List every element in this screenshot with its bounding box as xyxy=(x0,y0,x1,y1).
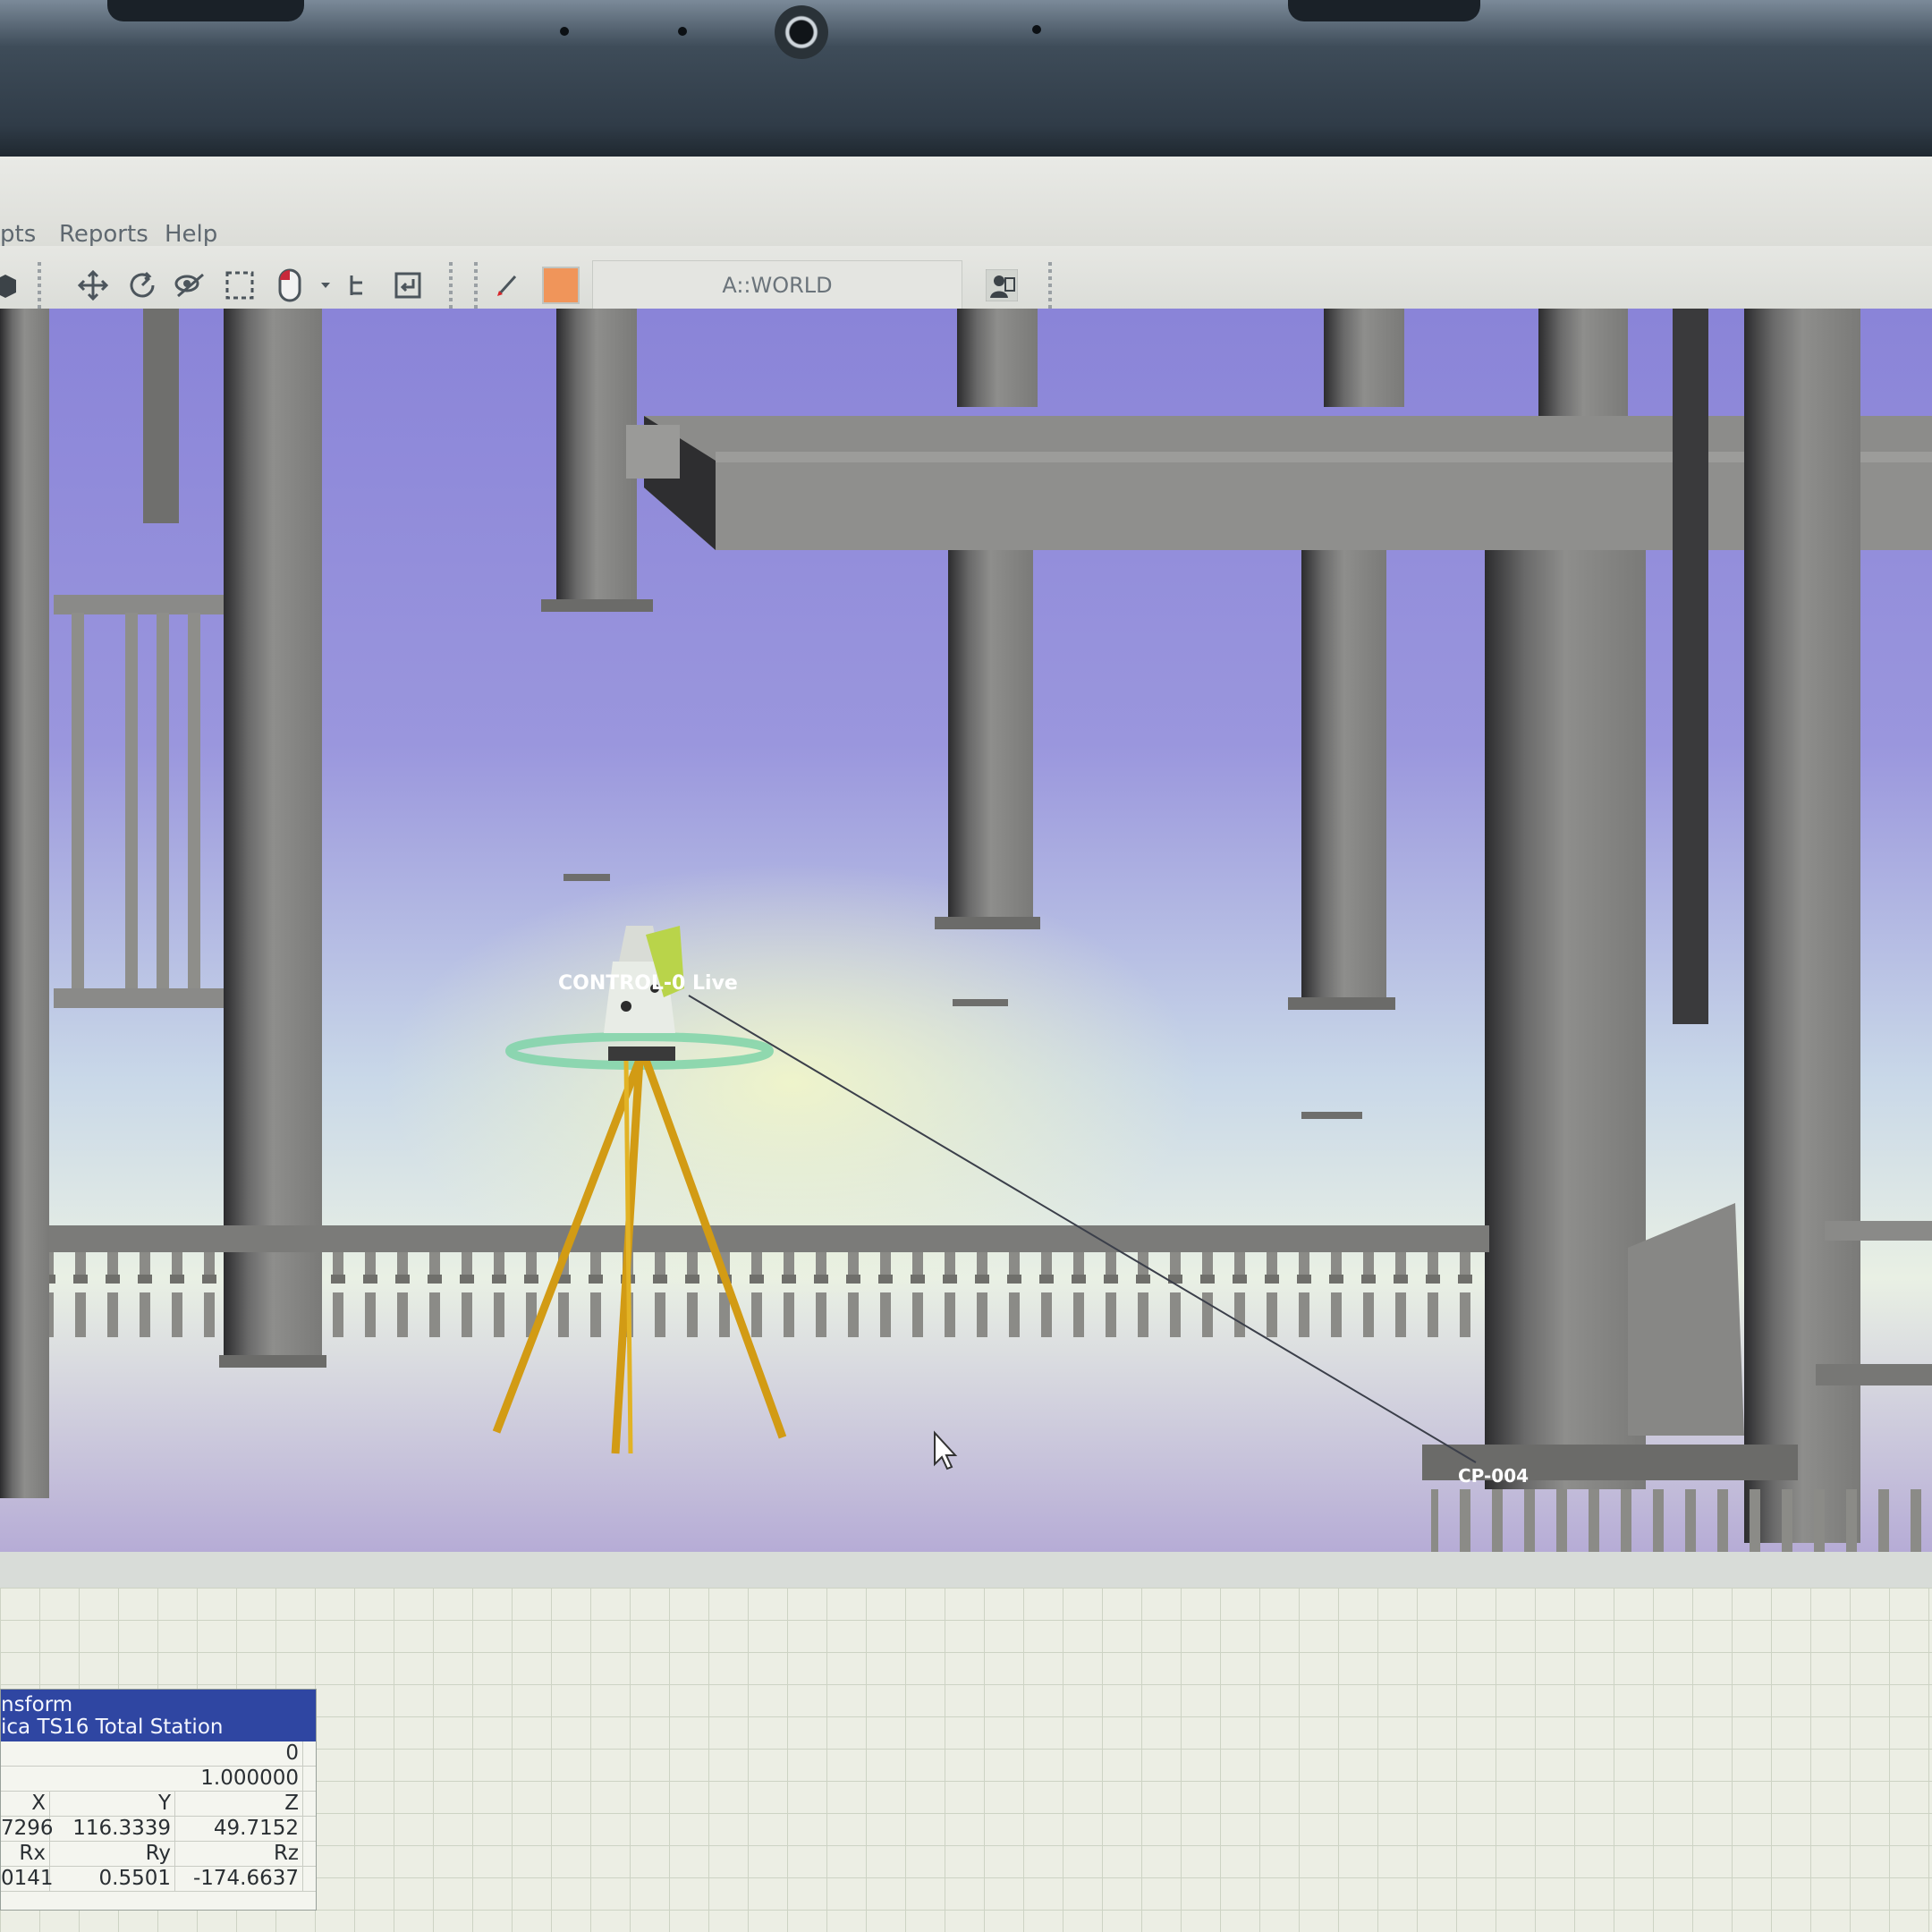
menu-scripts[interactable]: pts xyxy=(0,221,36,248)
chevron-down-icon[interactable] xyxy=(308,267,343,303)
move-icon[interactable] xyxy=(75,267,111,303)
value-rx[interactable]: 0141 xyxy=(1,1867,54,1891)
table-row: 0141 0.5501 -174.6637 xyxy=(1,1867,316,1892)
header-x: X xyxy=(1,1792,50,1816)
table-row: 0 xyxy=(1,1741,316,1767)
instrument-name: ica TS16 Total Station xyxy=(1,1716,224,1739)
point-label: CP-004 xyxy=(1458,1465,1529,1487)
3d-viewport[interactable]: CONTROL-0 Live CP-004 xyxy=(0,309,1932,1552)
scale-value: 1.000000 xyxy=(1,1767,303,1791)
transform-title: nsform xyxy=(1,1693,73,1716)
header-rz: Rz xyxy=(175,1842,303,1866)
laptop-bezel xyxy=(0,0,1932,157)
transform-panel[interactable]: nsform ica TS16 Total Station 0 1.000000… xyxy=(0,1689,317,1911)
tree-icon[interactable] xyxy=(342,267,377,303)
value-y[interactable]: 116.3339 xyxy=(50,1817,175,1841)
toolbar-separator xyxy=(474,262,478,312)
sensor-dot xyxy=(560,27,569,36)
header-rx: Rx xyxy=(1,1842,50,1866)
screen: pts Reports Help A::WORLD CONTROL-0 Live… xyxy=(0,157,1932,1932)
menu-help[interactable]: Help xyxy=(165,221,217,248)
menu-bar: pts Reports Help xyxy=(0,157,1932,248)
bezel-tab-right xyxy=(1288,0,1480,21)
rotate-icon[interactable] xyxy=(124,267,160,303)
pencil-icon[interactable] xyxy=(490,267,526,303)
select-box-icon[interactable] xyxy=(222,267,258,303)
cube-icon[interactable] xyxy=(0,267,23,303)
toolbar-separator xyxy=(1048,262,1052,312)
value-rz[interactable]: -174.6637 xyxy=(175,1867,303,1891)
toolbar-separator xyxy=(38,262,41,312)
transform-value: 0 xyxy=(1,1741,303,1766)
webcam-icon xyxy=(775,5,828,59)
return-icon[interactable] xyxy=(390,267,426,303)
header-ry: Ry xyxy=(50,1842,175,1866)
hide-icon[interactable] xyxy=(172,267,208,303)
table-row: 1.000000 xyxy=(1,1767,316,1792)
toolbar-separator xyxy=(449,262,453,312)
header-z: Z xyxy=(175,1792,303,1816)
value-z[interactable]: 49.7152 xyxy=(175,1817,303,1841)
table-row: Rx Ry Rz xyxy=(1,1842,316,1867)
sensor-dot xyxy=(1032,25,1041,34)
bezel-tab-left xyxy=(107,0,304,21)
sensor-dot xyxy=(678,27,687,36)
frame-selector[interactable]: A::WORLD xyxy=(592,260,962,310)
color-swatch[interactable] xyxy=(542,267,580,304)
value-ry[interactable]: 0.5501 xyxy=(50,1867,175,1891)
instrument-label: CONTROL-0 Live xyxy=(558,972,738,995)
transform-panel-header: nsform ica TS16 Total Station xyxy=(1,1690,316,1741)
menu-reports[interactable]: Reports xyxy=(59,221,148,248)
user-icon[interactable] xyxy=(984,267,1020,303)
header-y: Y xyxy=(50,1792,175,1816)
mouse-icon[interactable] xyxy=(272,267,308,303)
table-row: X Y Z xyxy=(1,1792,316,1817)
value-x[interactable]: 7296 xyxy=(1,1817,54,1841)
table-row: 7296 116.3339 49.7152 xyxy=(1,1817,316,1842)
